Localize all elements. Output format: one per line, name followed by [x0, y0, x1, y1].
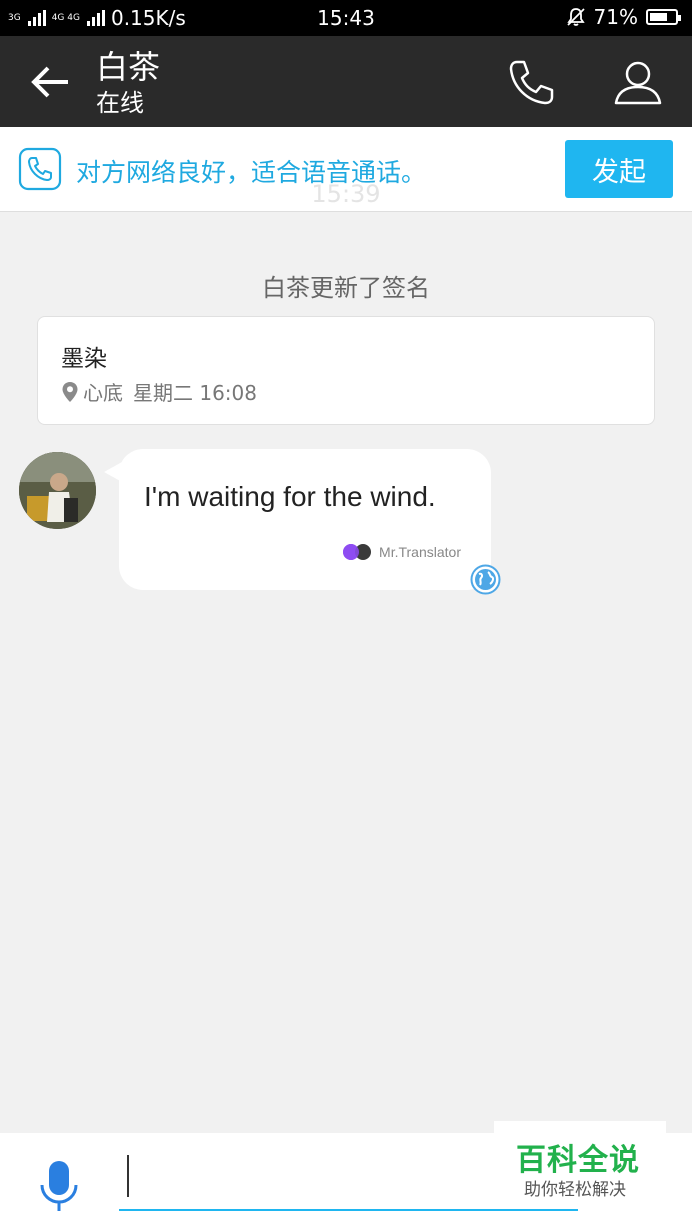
globe-icon[interactable]: [470, 564, 501, 595]
signature-time: 星期二 16:08: [133, 381, 257, 405]
status-bar: 3G 4G 4G 0.15K/s 15:43 71%: [0, 0, 692, 36]
microphone-icon[interactable]: [36, 1159, 82, 1215]
signature-card[interactable]: 墨染 心底 星期二 16:08: [37, 316, 655, 425]
signature-location: 心底: [83, 381, 123, 405]
mute-bell-icon: [566, 8, 585, 26]
faded-timestamp: 15:39: [311, 180, 381, 208]
translator-logo-icon: [343, 544, 372, 560]
text-cursor: [127, 1155, 129, 1197]
avatar[interactable]: [19, 452, 96, 529]
battery-icon: [646, 9, 681, 25]
profile-icon[interactable]: [612, 56, 664, 108]
contact-name: 白茶: [96, 48, 161, 86]
contact-status: 在线: [96, 89, 144, 117]
signature-meta: 心底 星期二 16:08: [61, 377, 257, 406]
back-arrow-icon[interactable]: [28, 60, 72, 104]
message-text: I'm waiting for the wind.: [144, 481, 436, 512]
status-right: 71%: [566, 5, 681, 29]
system-message: 白茶更新了签名: [262, 274, 430, 302]
location-pin-icon: [62, 381, 78, 402]
phone-icon[interactable]: [505, 56, 557, 108]
watermark: 百科全说 助你轻松解决: [494, 1121, 666, 1203]
chat-header: 白茶 在线: [0, 36, 692, 127]
avatar-photo: [19, 452, 96, 529]
watermark-title: 百科全说: [516, 1143, 640, 1178]
watermark-subtitle: 助你轻松解决: [524, 1180, 626, 1200]
translator-label: Mr.Translator: [379, 544, 461, 560]
battery-percent: 71%: [593, 5, 638, 29]
translator-badge[interactable]: Mr.Translator: [341, 541, 461, 563]
message-bubble[interactable]: I'm waiting for the wind. Mr.Translator: [119, 449, 491, 590]
signature-text: 墨染: [61, 346, 107, 372]
